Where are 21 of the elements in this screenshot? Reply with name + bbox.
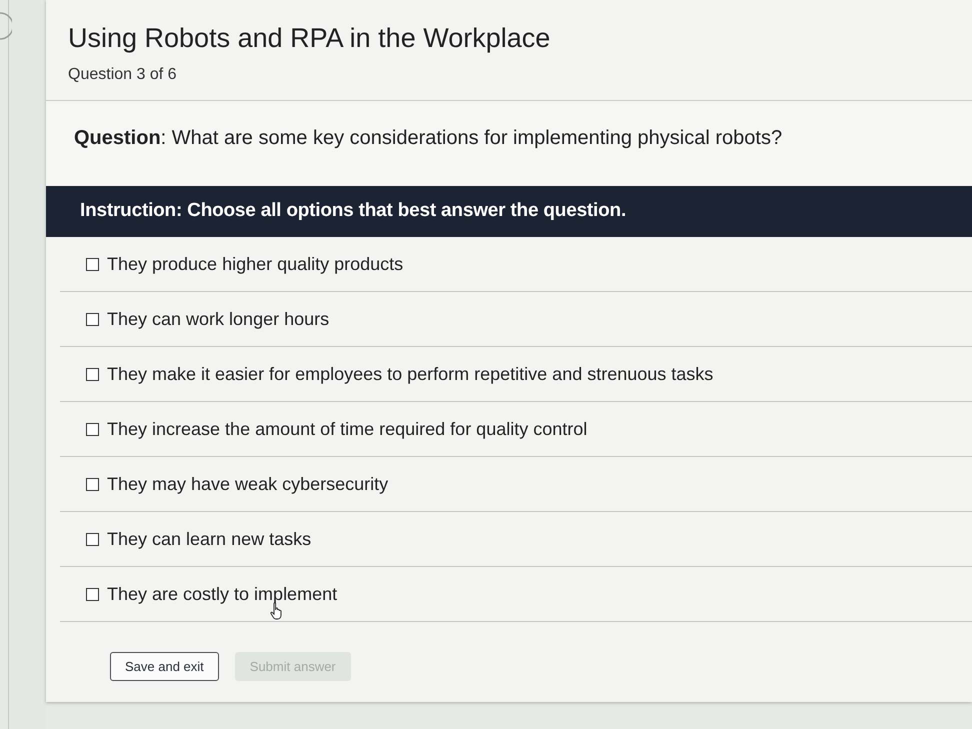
- option-label[interactable]: They produce higher quality products: [107, 254, 404, 274]
- checkbox[interactable]: [86, 422, 99, 436]
- checkbox[interactable]: [86, 478, 99, 490]
- option-label[interactable]: They make it easier for employees to perform repetitive and strenuous tasks: [107, 364, 714, 384]
- checkbox[interactable]: [86, 258, 99, 270]
- checkbox[interactable]: [86, 532, 99, 546]
- save-and-exit-button[interactable]: Save and exit: [110, 652, 219, 681]
- checkbox[interactable]: [86, 312, 99, 326]
- ring-icon: [0, 12, 12, 40]
- option-label[interactable]: They can learn new tasks: [107, 528, 312, 550]
- question-text: Question: What are some key considerations for implementing physical robots?: [74, 127, 782, 149]
- question-counter: Question 3 of 6: [68, 66, 177, 84]
- checkbox[interactable]: [86, 368, 99, 380]
- option-label[interactable]: They can work longer hours: [107, 308, 330, 330]
- hand-cursor-icon: [270, 602, 284, 620]
- option-label[interactable]: They are costly to implement: [107, 584, 338, 604]
- instruction-bar: Instruction: Choose all options that best answer the question.: [46, 186, 972, 237]
- option-label[interactable]: They may have weak cybersecurity: [107, 474, 388, 494]
- checkbox[interactable]: [86, 588, 99, 600]
- quiz-title: Using Robots and RPA in the Workplace: [68, 22, 550, 55]
- option-label[interactable]: They increase the amount of time required for quality control: [107, 418, 588, 440]
